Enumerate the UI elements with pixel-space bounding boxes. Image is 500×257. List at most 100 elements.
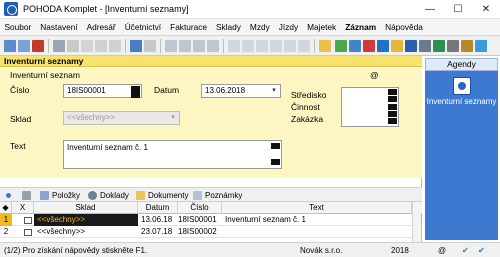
menu-soubor[interactable]: Soubor xyxy=(0,22,36,32)
red-action-icon[interactable] xyxy=(363,40,375,52)
previous-record-icon[interactable] xyxy=(242,40,254,52)
green-action-icon[interactable] xyxy=(335,40,347,52)
toolbar-separator xyxy=(125,39,126,53)
close-button[interactable]: ✕ xyxy=(472,0,500,19)
copy-icon[interactable] xyxy=(53,40,65,52)
cut-icon[interactable] xyxy=(67,40,79,52)
minimize-button[interactable]: — xyxy=(416,0,444,19)
cell-cislo: 18IS00001 xyxy=(178,215,217,224)
agenda-item-label[interactable]: Inventurní seznamy xyxy=(425,97,498,107)
cell-cislo: 18IS00002 xyxy=(178,227,217,236)
number-spin-down[interactable] xyxy=(131,92,140,98)
grid-scrollbar[interactable] xyxy=(412,202,421,242)
paste-icon[interactable] xyxy=(81,40,93,52)
blue-action-icon[interactable] xyxy=(349,40,361,52)
forward-arrow-icon[interactable] xyxy=(144,40,156,52)
attach-icon[interactable] xyxy=(461,40,473,52)
tab-polozky[interactable]: Položky xyxy=(38,189,80,202)
number-field[interactable]: 18IS00001 xyxy=(63,84,142,98)
filter-icon[interactable] xyxy=(298,40,310,52)
folder-icon xyxy=(136,191,145,200)
stredisko-label: Středisko xyxy=(291,90,327,100)
search-icon[interactable] xyxy=(284,40,296,52)
cell-sklad: <<všechny>> xyxy=(37,227,86,236)
print-preview-icon[interactable] xyxy=(207,40,219,52)
text-field[interactable]: Inventurní seznam č. 1 xyxy=(63,140,282,169)
menu-mzdy[interactable]: Mzdy xyxy=(245,22,274,32)
column-text[interactable]: Text xyxy=(222,202,412,214)
chevron-down-icon[interactable]: ▾ xyxy=(168,113,178,123)
row-checkbox[interactable] xyxy=(24,217,32,224)
tab-filter[interactable] xyxy=(20,189,34,202)
column-datum[interactable]: Datum xyxy=(138,202,178,214)
check-icon[interactable]: ✔ xyxy=(462,243,472,257)
cell-text xyxy=(225,226,411,238)
cinnost-picker-2[interactable] xyxy=(388,111,397,117)
chevron-down-icon[interactable]: ▾ xyxy=(269,86,279,96)
tab-pin[interactable] xyxy=(2,189,16,202)
edit-icon[interactable] xyxy=(18,40,30,52)
save-all-icon[interactable] xyxy=(179,40,191,52)
tab-label: Poznámky xyxy=(205,191,243,200)
stredisko-cinnost-zakazka-box[interactable] xyxy=(341,87,399,127)
menu-majetek[interactable]: Majetek xyxy=(303,22,341,32)
menu-napoveda[interactable]: Nápověda xyxy=(381,22,428,32)
save-icon[interactable] xyxy=(165,40,177,52)
row-checkbox[interactable] xyxy=(24,229,32,236)
column-x[interactable]: X xyxy=(12,202,34,214)
window-title: POHODA Komplet - [Inventurní seznamy] xyxy=(23,4,189,14)
column-sklad[interactable]: Sklad xyxy=(34,202,138,214)
back-arrow-icon[interactable] xyxy=(130,40,142,52)
undo-icon[interactable] xyxy=(95,40,107,52)
tab-doklady[interactable]: Doklady xyxy=(86,189,129,202)
warehouse-select[interactable]: <<všechny>> ▾ xyxy=(63,111,180,125)
menu-fakturace[interactable]: Fakturace xyxy=(166,22,212,32)
tab-label: Položky xyxy=(52,191,81,200)
next-record-icon[interactable] xyxy=(256,40,268,52)
screen-icon[interactable] xyxy=(419,40,431,52)
agendy-panel: Agendy Inventurní seznamy xyxy=(423,56,500,242)
redo-icon[interactable] xyxy=(109,40,121,52)
maximize-button[interactable]: ☐ xyxy=(444,0,472,19)
date-field[interactable]: 13.06.2018 ▾ xyxy=(201,84,281,98)
at-status-icon[interactable]: @ xyxy=(438,243,448,257)
toolbar-separator xyxy=(314,39,315,53)
last-record-icon[interactable] xyxy=(270,40,282,52)
text-scroll-up[interactable] xyxy=(271,143,280,149)
table-row[interactable]: 2 <<všechny>> 23.07.18 18IS00002 xyxy=(0,226,422,238)
menu-ucetnictvi[interactable]: Účetnictví xyxy=(120,22,165,32)
import-icon[interactable] xyxy=(391,40,403,52)
first-record-icon[interactable] xyxy=(228,40,240,52)
menu-nastaveni[interactable]: Nastavení xyxy=(36,22,82,32)
inventory-icon[interactable] xyxy=(453,77,471,95)
menu-adresar[interactable]: Adresář xyxy=(82,22,120,32)
menu-jizdy[interactable]: Jízdy xyxy=(274,22,302,32)
text-scroll-down[interactable] xyxy=(271,159,280,165)
agendy-header: Agendy xyxy=(425,58,498,71)
column-cislo[interactable]: Číslo xyxy=(178,202,222,214)
table-row[interactable]: 1 <<všechny>> 13.06.18 18IS00001 Inventu… xyxy=(0,214,422,226)
agendy-list: Inventurní seznamy xyxy=(425,71,498,240)
menu-sklady[interactable]: Sklady xyxy=(212,22,246,32)
cell-datum: 13.06.18 xyxy=(141,215,173,224)
zakazka-picker[interactable] xyxy=(388,118,397,124)
isdoc-icon[interactable] xyxy=(433,40,445,52)
print-icon[interactable] xyxy=(405,40,417,52)
text-label: Text xyxy=(10,141,26,151)
stredisko-picker-2[interactable] xyxy=(388,96,397,102)
sync-check-icon[interactable]: ✔ xyxy=(478,243,490,257)
help-icon[interactable] xyxy=(475,40,487,52)
menu-zaznam[interactable]: Záznam xyxy=(341,22,381,32)
cancel-icon[interactable] xyxy=(193,40,205,52)
tab-poznamky[interactable]: Poznámky xyxy=(191,189,242,202)
new-record-icon[interactable] xyxy=(4,40,16,52)
folder-icon[interactable] xyxy=(319,40,331,52)
number-label: Číslo xyxy=(10,85,30,95)
record-form: Inventurní seznam @ Číslo 18IS00001 Datu… xyxy=(0,67,422,178)
options-icon[interactable] xyxy=(447,40,459,52)
cinnost-picker[interactable] xyxy=(388,104,397,110)
tab-dokumenty[interactable]: Dokumenty xyxy=(134,189,188,202)
delete-icon[interactable] xyxy=(32,40,44,52)
export-icon[interactable] xyxy=(377,40,389,52)
stredisko-picker[interactable] xyxy=(388,89,397,95)
